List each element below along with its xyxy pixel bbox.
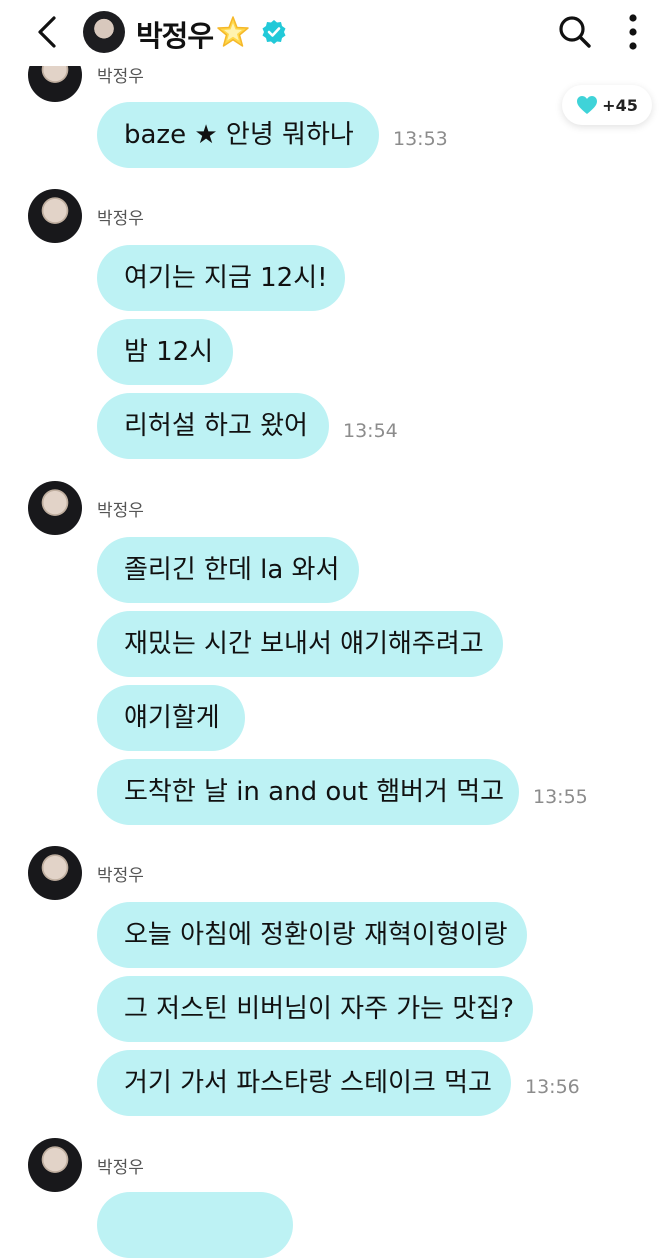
message-bubble[interactable]: 밤 12시: [97, 319, 233, 385]
search-icon[interactable]: [556, 13, 594, 51]
message-bubble[interactable]: 거기 가서 파스타랑 스테이크 먹고: [97, 1050, 511, 1116]
sender-name: 박정우: [97, 1158, 144, 1178]
sender-avatar[interactable]: [28, 481, 82, 535]
header-avatar[interactable]: [83, 11, 125, 53]
message-time: 13:54: [343, 420, 398, 442]
chat-header: 박정우: [0, 0, 672, 66]
message-bubble[interactable]: 도착한 날 in and out 햄버거 먹고: [97, 759, 519, 825]
message-bubble[interactable]: 리허설 하고 왔어: [97, 393, 329, 459]
message-time: 13:56: [525, 1076, 580, 1098]
sender-avatar[interactable]: [28, 189, 82, 243]
sender-name: 박정우: [97, 209, 144, 229]
heart-icon: [577, 96, 598, 114]
reaction-counter[interactable]: +45: [562, 85, 652, 125]
message-time: 13:53: [393, 128, 448, 150]
message-time: 13:55: [533, 786, 588, 808]
sender-avatar[interactable]: [28, 1138, 82, 1192]
more-options-icon[interactable]: [620, 12, 646, 52]
message-bubble[interactable]: baze ★ 안녕 뭐하나: [97, 102, 379, 168]
message-bubble[interactable]: 얘기할게: [97, 685, 245, 751]
verified-badge-icon: [262, 20, 286, 44]
message-bubble[interactable]: 여기는 지금 12시!: [97, 245, 345, 311]
message-bubble-partial[interactable]: [97, 1192, 293, 1258]
message-bubble[interactable]: 재밌는 시간 보내서 얘기해주려고: [97, 611, 503, 677]
chat-title: 박정우: [136, 19, 214, 53]
star-icon: [217, 16, 249, 47]
reaction-count: +45: [602, 95, 638, 115]
message-bubble[interactable]: 졸리긴 한데 la 와서: [97, 537, 359, 603]
sender-name: 박정우: [97, 501, 144, 521]
sender-name: 박정우: [97, 866, 144, 886]
sender-avatar[interactable]: [28, 846, 82, 900]
message-bubble[interactable]: 그 저스틴 비버님이 자주 가는 맛집?: [97, 976, 533, 1042]
back-arrow-icon[interactable]: [30, 14, 66, 50]
message-bubble[interactable]: 오늘 아침에 정환이랑 재혁이형이랑: [97, 902, 527, 968]
